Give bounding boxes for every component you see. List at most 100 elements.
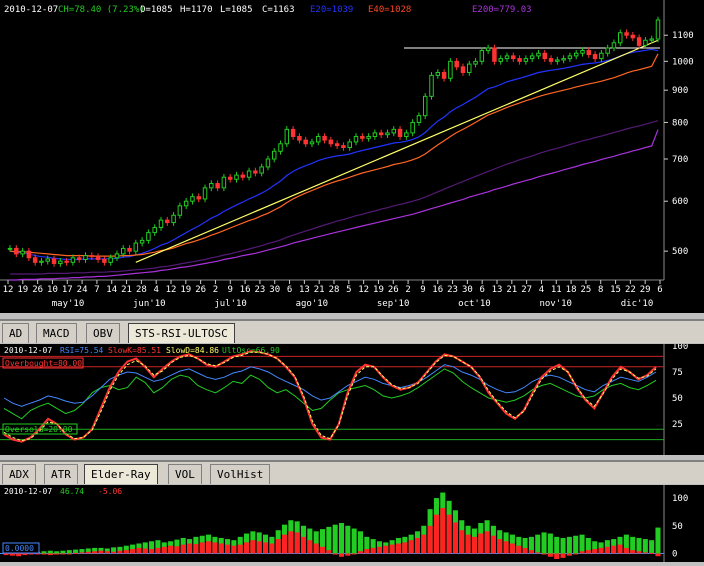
x-tick-label: 26 [32,285,43,295]
bear-power-bar [130,549,136,554]
price-chart-panel[interactable]: 1100 1000 900 800 700 600 500 12 19 26 10 17 24 7 14 21… [0,0,704,313]
bear-power-bar [174,546,180,554]
bear-power-bar [47,553,53,556]
oscillator-chart[interactable]: 100 75 50 25 2010-12-07 RSI=75.54 SlowK=85.… [0,342,704,455]
bull-power-bar [579,534,585,554]
x-tick-label: 6 [287,285,292,295]
bear-power-bar [395,543,401,554]
y-tick-label: 800 [672,118,688,128]
candle [215,183,220,189]
candle [643,39,648,46]
bear-power-bar [452,522,458,554]
bear-power-bar [41,553,47,555]
tab-obv[interactable]: OBV [86,323,120,343]
bear-power-bar [611,545,617,554]
bear-power-bar [288,531,294,554]
bear-power-bar [206,541,212,554]
bear-power-bar [275,539,281,554]
x-tick-label: 13 [492,285,503,295]
zero-label: 0.0000 [5,544,34,553]
candle [209,183,214,189]
bear-power-bar [149,549,155,554]
osc-slowk: SlowK=85.51 [108,346,161,355]
candle [108,257,113,263]
bear-power-bar [623,547,629,554]
bear-power-bar [528,550,534,554]
bull-power-bar [541,532,547,554]
bear-power-bar [9,553,15,556]
x-tick-label: 9 [228,285,233,295]
candle [422,95,428,117]
x-tick-label: 15 [610,285,621,295]
elder-bull-value: 46.74 [60,487,84,496]
header-e40: E40=1028 [368,5,411,15]
bear-power-bar [136,547,142,554]
x-tick-label: 10 [47,285,58,295]
candle [322,135,327,141]
x-tick-label: 26 [195,285,206,295]
candle [624,32,629,36]
bear-power-bar [218,543,224,554]
series-e120-line [10,120,659,275]
x-tick-label: 4 [539,285,544,295]
bear-power-bar [104,551,110,554]
candle [120,247,126,255]
osc-rsi: RSI=75.54 [60,346,104,355]
x-tick-label: 28 [329,285,340,295]
candle [171,214,176,224]
candle [253,170,258,174]
x-tick-label: 12 [166,285,177,295]
bull-power-bar [573,535,579,554]
bull-power-bar [357,531,364,554]
tab-volhist[interactable]: VolHist [210,464,271,484]
candle [454,60,459,68]
candle [26,250,32,259]
x-tick-label: 29 [640,285,651,295]
candle [196,196,201,200]
bear-power-bar [269,543,275,554]
tab-macd[interactable]: MACD [36,323,77,343]
header-low: L=1085 [220,5,253,15]
candle [404,132,409,137]
bear-power-bar [598,547,604,554]
tab-atr[interactable]: ATR [44,464,78,484]
candle [58,260,63,264]
x-tick-label: 27 [521,285,532,295]
month-label: jul'10 [214,299,247,309]
candle [517,58,522,62]
x-tick-label: 12 [3,285,14,295]
bear-power-bar [300,536,307,554]
x-tick-label: 9 [420,285,425,295]
header-open: O=1085 [140,5,173,15]
candle [7,247,13,250]
candle [523,58,529,62]
tab-adx[interactable]: ADX [2,464,36,484]
oscillator-panel[interactable]: 100 75 50 25 2010-12-07 RSI=75.54 SlowK=85.… [0,342,704,455]
bull-power-bar [345,525,351,554]
elder-ray-panel[interactable]: 100 50 0 2010-12-07 46.74 -5.06 0.0000 [0,485,704,562]
tab-elder-ray[interactable]: Elder-Ray [84,464,158,484]
bear-power-bar [655,553,661,557]
x-tick-label: 21 [121,285,132,295]
bull-power-bar [655,527,661,554]
elder-ray-chart[interactable]: 100 50 0 2010-12-07 46.74 -5.06 0.0000 [0,485,704,562]
bear-power-bar [554,553,560,559]
candle [127,247,132,252]
x-tick-label: 24 [77,285,88,295]
bear-power-bar [66,553,72,555]
overbought-label: Overbought=80.00 [5,359,82,368]
x-tick-label: 19 [17,285,28,295]
bear-power-bar [376,546,383,554]
tab-sts-rsi-ultosc[interactable]: STS-RSI-ULTOSC [128,323,235,343]
price-chart[interactable]: 1100100090080070060050012 19 26 10 17 24 7 14 21… [0,0,704,313]
x-tick-label: 19 [180,285,191,295]
bear-power-bar [313,543,319,554]
bear-power-bar [516,545,522,554]
x-tick-label: 5 [346,285,351,295]
bear-power-bar [161,546,167,554]
candle [20,250,25,255]
month-label: dic'10 [621,299,654,309]
candle [360,135,365,139]
tab-ad[interactable]: AD [2,323,30,343]
tab-vol[interactable]: VOL [168,464,202,484]
